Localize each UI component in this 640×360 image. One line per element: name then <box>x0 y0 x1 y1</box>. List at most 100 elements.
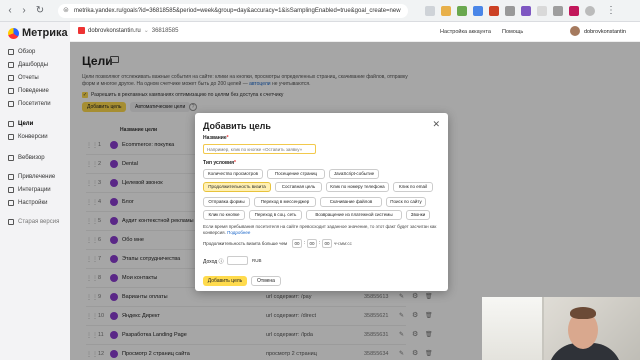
reports-icon <box>8 75 14 81</box>
type-label-text: Тип условия <box>203 160 235 166</box>
condition-type-chip[interactable]: Составная цель <box>275 182 322 192</box>
duration-label: Продолжительность визита больше чем <box>203 241 288 246</box>
sidebar-item-goals[interactable]: Цели <box>8 121 33 127</box>
metrika-logo-icon <box>8 27 19 39</box>
condition-type-chip[interactable]: Отправка формы <box>203 197 250 207</box>
condition-type-chip[interactable]: Переход в мессенджер <box>254 197 316 207</box>
condition-type-chip[interactable]: Продолжительность визита <box>203 182 271 192</box>
goal-name-input[interactable] <box>203 144 316 154</box>
extension-icon[interactable] <box>553 6 563 16</box>
conversions-icon <box>8 134 14 140</box>
sidebar-item-label: Посетители <box>18 101 51 107</box>
condition-type-label: Тип условия* <box>203 160 236 166</box>
cancel-button[interactable]: Отмена <box>251 276 281 286</box>
condition-type-chip[interactable]: Поиск по сайту <box>386 197 426 207</box>
header: dobrovkonstantin.ru ⌄ 36818585 Настройка… <box>70 22 640 42</box>
browser-toolbar: ‹ › ↻ ⊜ metrika.yandex.ru/goals?id=36818… <box>0 0 640 22</box>
app-logo[interactable]: Метрика <box>8 26 68 40</box>
name-field-label: Название* <box>203 135 229 141</box>
seconds-input[interactable]: 00 <box>322 239 332 248</box>
sidebar-item-label: Привлечение <box>18 174 56 180</box>
extension-icon[interactable] <box>441 6 451 16</box>
visitors-icon <box>8 101 14 107</box>
condition-type-chip[interactable]: Клик по номеру телефона <box>326 182 389 192</box>
extension-icon[interactable] <box>521 6 531 16</box>
settings-icon <box>8 200 14 206</box>
sidebar-item-acquisition[interactable]: Привлечение <box>8 174 55 180</box>
sidebar-item-old-version[interactable]: Старая версия <box>8 219 59 225</box>
presenter-hair <box>570 307 596 319</box>
extension-icon[interactable] <box>569 6 579 16</box>
condition-type-chip[interactable]: Клик по кнопке <box>203 210 245 220</box>
minutes-input[interactable]: 00 <box>307 239 317 248</box>
time-separator: : <box>319 240 321 246</box>
income-label: Доход ⓘ <box>203 259 224 265</box>
forward-icon[interactable]: › <box>18 5 30 17</box>
sidebar-item-label: Конверсии <box>18 134 48 140</box>
name-label-text: Название <box>203 135 227 141</box>
sidebar-item-settings[interactable]: Настройки <box>8 200 47 206</box>
sidebar-item-label: Цели <box>18 121 34 127</box>
behavior-icon <box>8 88 14 94</box>
extension-icon[interactable] <box>457 6 467 16</box>
time-format-hint: чч:мм:сс <box>334 241 352 246</box>
add-goal-dialog: Добавить цель ✕ Название* Тип условия* К… <box>195 113 448 291</box>
condition-type-chip[interactable]: Возвращение из платежной системы <box>306 210 402 220</box>
reload-icon[interactable]: ↻ <box>34 5 46 17</box>
browser-menu-icon[interactable]: ⋮ <box>605 5 617 17</box>
site-info-icon[interactable]: ⊜ <box>63 4 69 18</box>
income-input[interactable] <box>227 256 248 265</box>
sidebar-item-webvisor[interactable]: Вебвизор <box>8 155 45 161</box>
sidebar-item-label: Вебвизор <box>18 155 45 161</box>
condition-type-chip[interactable]: JavaScript-событие <box>329 169 379 179</box>
account-settings-link[interactable]: Настройка аккаунта <box>440 29 491 35</box>
condition-type-chip[interactable]: Скачивание файлов <box>320 197 382 207</box>
submit-goal-button[interactable]: Добавить цель <box>203 276 247 286</box>
sidebar-item-reports[interactable]: Отчеты <box>8 75 39 81</box>
learn-more-link[interactable]: Подробнее <box>227 230 250 235</box>
sidebar-item-integrations[interactable]: Интеграции <box>8 187 51 193</box>
user-avatar[interactable] <box>570 26 580 36</box>
condition-type-chip[interactable]: Количество просмотров <box>203 169 263 179</box>
sidebar-item-label: Настройки <box>18 200 48 206</box>
sidebar-item-label: Поведение <box>18 88 49 94</box>
webvisor-icon <box>8 155 14 161</box>
back-icon[interactable]: ‹ <box>4 5 16 17</box>
counter-icon <box>78 27 85 34</box>
condition-type-chip[interactable]: Посещение страниц <box>267 169 325 179</box>
sidebar-item-behavior[interactable]: Поведение <box>8 88 49 94</box>
sidebar-item-overview[interactable]: Обзор <box>8 49 35 55</box>
condition-note: Если время пребывания посетителя на сайт… <box>203 224 441 236</box>
condition-type-chip[interactable]: Звонки <box>406 210 430 220</box>
sidebar-item-label: Старая версия <box>18 219 60 225</box>
address-bar[interactable]: ⊜ metrika.yandex.ru/goals?id=36818585&pe… <box>58 4 408 18</box>
user-name[interactable]: dobrovkonstantin <box>584 29 626 35</box>
extension-icon[interactable] <box>537 6 547 16</box>
condition-type-chip[interactable]: Клик по email <box>393 182 433 192</box>
extension-icon[interactable] <box>505 6 515 16</box>
extension-icon[interactable] <box>425 6 435 16</box>
old-version-icon <box>8 219 14 225</box>
sidebar-item-label: Отчеты <box>18 75 39 81</box>
time-separator: : <box>304 240 306 246</box>
counter-selector[interactable]: dobrovkonstantin.ru ⌄ 36818585 <box>78 27 178 34</box>
profile-avatar[interactable] <box>585 6 595 16</box>
extension-icon[interactable] <box>489 6 499 16</box>
dialog-title: Добавить цель <box>203 121 271 131</box>
sidebar-item-label: Дашборды <box>18 62 48 68</box>
help-menu[interactable]: Помощь <box>502 29 523 35</box>
hours-input[interactable]: 00 <box>292 239 302 248</box>
sidebar-item-dashboards[interactable]: Дашборды <box>8 62 48 68</box>
currency-label: RUB <box>252 258 262 263</box>
sidebar-item-conversions[interactable]: Конверсии <box>8 134 48 140</box>
sidebar-item-label: Интеграции <box>18 187 51 193</box>
condition-type-chip[interactable]: Переход в соц. сеть <box>249 210 302 220</box>
chevron-down-icon: ⌄ <box>143 28 149 34</box>
counter-name: dobrovkonstantin.ru <box>88 27 141 34</box>
sidebar: Метрика Обзор Дашборды Отчеты Поведение … <box>0 22 70 360</box>
close-icon[interactable]: ✕ <box>432 119 440 130</box>
sidebar-item-visitors[interactable]: Посетители <box>8 101 51 107</box>
extension-icon[interactable] <box>473 6 483 16</box>
dashboard-icon <box>8 62 14 68</box>
overview-icon <box>8 49 14 55</box>
